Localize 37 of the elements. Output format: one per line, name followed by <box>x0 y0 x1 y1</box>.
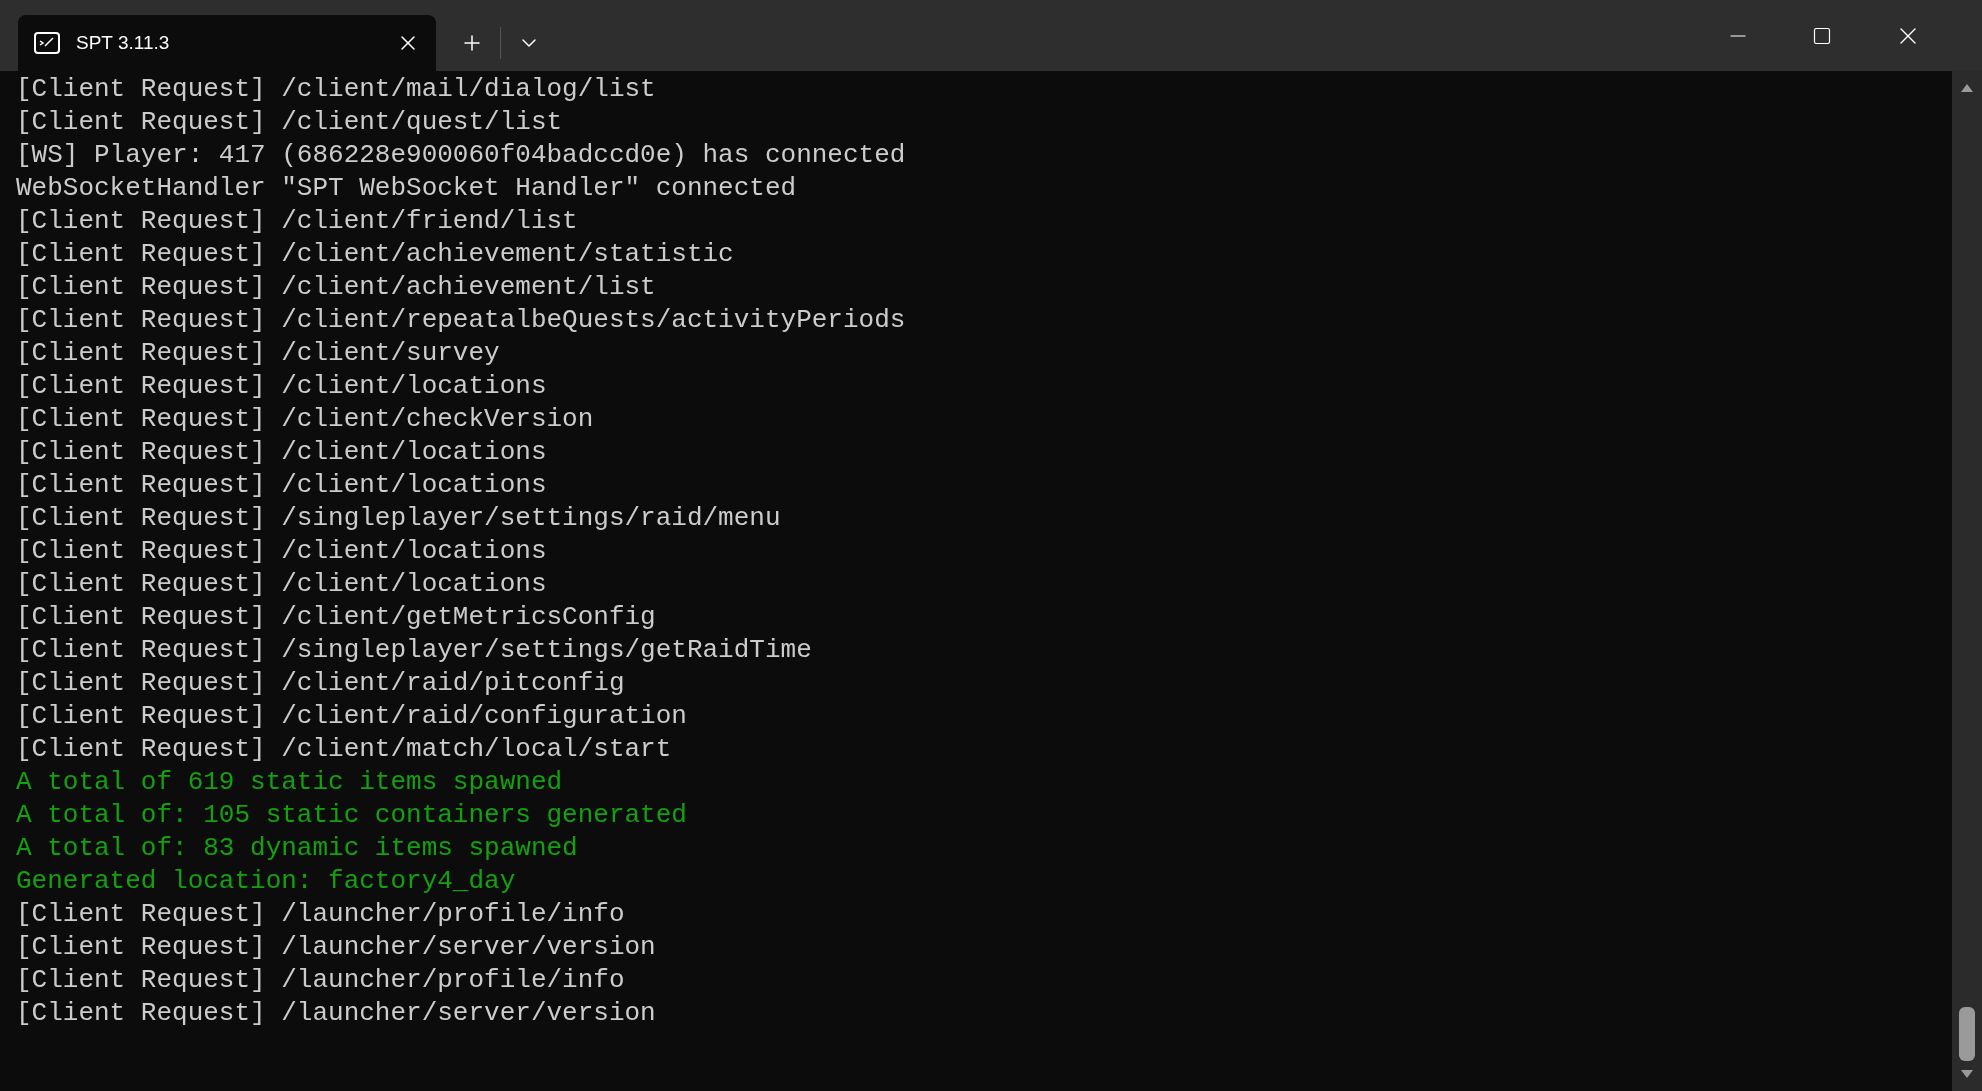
log-line: A total of: 105 static containers generated <box>16 799 687 832</box>
log-line: [Client Request] /client/locations <box>16 370 547 403</box>
log-line: [Client Request] /launcher/profile/info <box>16 964 625 997</box>
log-line: [Client Request] /client/achievement/statistic <box>16 238 734 271</box>
log-line: [Client Request] /client/friend/list <box>16 205 578 238</box>
log-line: Generated location: factory4_day <box>16 865 516 898</box>
log-line: [Client Request] /client/raid/pitconfig <box>16 667 625 700</box>
log-line: [Client Request] /client/repeatalbeQuests/activityPeriods <box>16 304 906 337</box>
log-line: [Client Request] /client/achievement/list <box>16 271 656 304</box>
log-line: [Client Request] /client/survey <box>16 337 500 370</box>
scrollbar[interactable] <box>1952 71 1982 1091</box>
log-line: [WS] Player: 417 (686228e900060f04badccd0e) has connected <box>16 139 906 172</box>
log-line: [Client Request] /launcher/server/version <box>16 931 656 964</box>
log-line: [Client Request] /client/quest/list <box>16 106 563 139</box>
maximize-icon[interactable] <box>1812 25 1832 46</box>
log-line: [Client Request] /launcher/profile/info <box>16 898 625 931</box>
tab-title: SPT 3.11.3 <box>76 30 171 55</box>
terminal-tab[interactable]: SPT 3.11.3 <box>18 15 436 71</box>
log-line: [Client Request] /singleplayer/settings/raid/menu <box>16 502 781 535</box>
log-line: [Client Request] /client/getMetricsConfig <box>16 601 656 634</box>
log-line: [Client Request] /launcher/server/version <box>16 997 656 1030</box>
log-line: [Client Request] /client/mail/dialog/list <box>16 73 656 106</box>
log-line: A total of: 83 dynamic items spawned <box>16 832 578 865</box>
log-line: [Client Request] /client/match/local/start <box>16 733 672 766</box>
log-line: WebSocketHandler "SPT WebSocket Handler" connected <box>16 172 797 205</box>
log-line: [Client Request] /client/locations <box>16 469 547 502</box>
log-line: [Client Request] /client/locations <box>16 436 547 469</box>
terminal-icon <box>34 32 60 54</box>
log-line: A total of 619 static items spawned <box>16 766 563 799</box>
scroll-thumb[interactable] <box>1959 1007 1975 1061</box>
log-line: [Client Request] /singleplayer/settings/getRaidTime <box>16 634 812 667</box>
log-line: [Client Request] /client/locations <box>16 568 547 601</box>
log-line: [Client Request] /client/checkVersion <box>16 403 594 436</box>
log-line: [Client Request] /client/raid/configuration <box>16 700 687 733</box>
log-line: [Client Request] /client/locations <box>16 535 547 568</box>
scroll-down-icon[interactable] <box>1960 1069 1974 1079</box>
scroll-up-icon[interactable] <box>1960 83 1974 93</box>
